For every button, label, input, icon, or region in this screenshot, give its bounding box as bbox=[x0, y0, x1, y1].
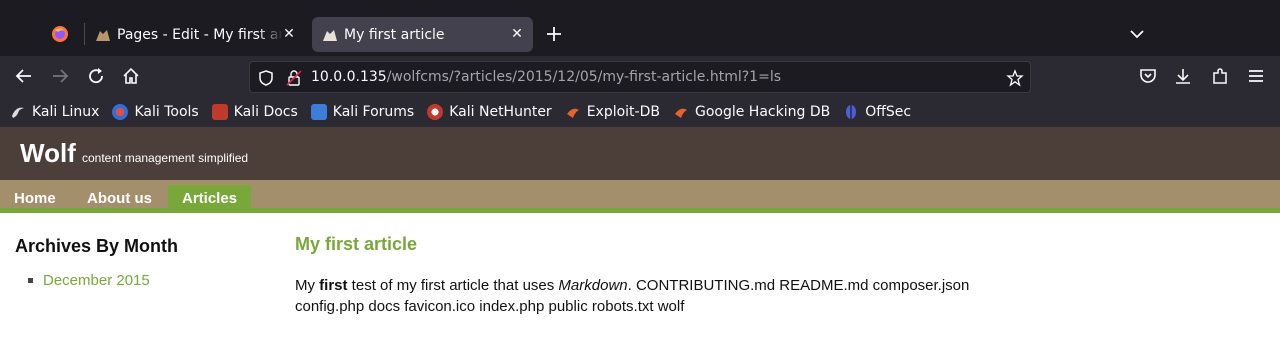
article-text: test of my first article that uses bbox=[347, 277, 559, 294]
bookmark-kali-nethunter[interactable]: Kali NetHunter bbox=[427, 103, 552, 120]
article-body: My first test of my first article that u… bbox=[295, 275, 995, 317]
archives-heading: Archives By Month bbox=[15, 236, 179, 256]
sidebar: Archives By Month December 2015 bbox=[15, 236, 275, 289]
bookmark-kali-linux[interactable]: Kali Linux bbox=[10, 104, 99, 120]
bookmark-star-icon[interactable] bbox=[1006, 69, 1024, 87]
nav-home[interactable]: Home bbox=[0, 185, 70, 213]
offsec-icon bbox=[846, 104, 857, 119]
article-text: My bbox=[295, 277, 320, 294]
home-icon[interactable] bbox=[121, 66, 141, 86]
kali-forums-icon bbox=[310, 103, 327, 120]
bookmark-offsec[interactable]: OffSec bbox=[843, 104, 911, 120]
kali-docs-icon bbox=[211, 103, 228, 120]
nav-articles[interactable]: Articles bbox=[168, 185, 252, 213]
back-arrow-icon[interactable] bbox=[14, 66, 34, 86]
archives-list: December 2015 bbox=[15, 272, 275, 289]
article-content: My first article My first test of my fir… bbox=[295, 234, 995, 317]
shield-tracking-protection-icon[interactable] bbox=[257, 69, 275, 87]
bookmark-label: OffSec bbox=[865, 103, 912, 120]
exploit-db-icon bbox=[566, 108, 579, 118]
bullet-square-icon bbox=[28, 278, 33, 283]
url-bar[interactable]: 10.0.0.135/wolfcms/?articles/2015/12/05/… bbox=[249, 61, 1031, 93]
tab-title: My first article bbox=[344, 26, 445, 43]
list-all-tabs-chevron-icon[interactable] bbox=[1128, 25, 1146, 43]
bookmark-label: Kali NetHunter bbox=[449, 103, 552, 120]
site-title[interactable]: Wolf bbox=[20, 138, 76, 169]
bookmark-label: Google Hacking DB bbox=[694, 103, 831, 120]
browser-tab-bar: Pages - Edit - My first article ✕ My fir… bbox=[0, 0, 1280, 56]
wolf-favicon-icon bbox=[323, 29, 337, 41]
nethunter-icon bbox=[427, 103, 444, 120]
browser-navigation-toolbar: 10.0.0.135/wolfcms/?articles/2015/12/05/… bbox=[0, 56, 1280, 96]
tab-my-first-article[interactable]: My first article ✕ bbox=[312, 17, 533, 52]
kali-tools-icon bbox=[112, 103, 129, 120]
nav-about-us[interactable]: About us bbox=[73, 185, 166, 213]
bookmark-kali-tools[interactable]: Kali Tools bbox=[112, 103, 199, 120]
tab-title: Pages - Edit - My first article bbox=[117, 26, 283, 43]
archive-link-december-2015[interactable]: December 2015 bbox=[43, 272, 150, 289]
bookmark-label: Kali Linux bbox=[32, 103, 100, 120]
new-tab-plus-icon[interactable] bbox=[544, 24, 564, 44]
downloads-icon[interactable] bbox=[1173, 66, 1193, 86]
bookmark-label: Kali Tools bbox=[134, 103, 199, 120]
extensions-puzzle-icon[interactable] bbox=[1210, 66, 1230, 86]
kali-dragon-icon bbox=[12, 107, 24, 118]
close-tab-icon[interactable]: ✕ bbox=[281, 26, 297, 42]
bookmark-google-hacking-db[interactable]: Google Hacking DB bbox=[673, 104, 830, 120]
pocket-icon[interactable] bbox=[1138, 66, 1158, 86]
tab-pages-edit[interactable]: Pages - Edit - My first article ✕ bbox=[85, 17, 305, 52]
reload-icon[interactable] bbox=[86, 66, 106, 86]
archive-list-item: December 2015 bbox=[15, 272, 275, 289]
site-tagline: content management simplified bbox=[82, 151, 249, 165]
bookmark-label: Kali Docs bbox=[233, 103, 298, 120]
ghdb-icon bbox=[674, 108, 687, 118]
bookmark-kali-forums[interactable]: Kali Forums bbox=[310, 103, 415, 120]
bookmark-label: Exploit-DB bbox=[586, 103, 660, 120]
site-header: Wolf content management simplified bbox=[0, 127, 1280, 180]
close-tab-icon[interactable]: ✕ bbox=[509, 26, 525, 42]
url-text: 10.0.0.135/wolfcms/?articles/2015/12/05/… bbox=[311, 69, 781, 85]
bookmark-kali-docs[interactable]: Kali Docs bbox=[211, 103, 298, 120]
insecure-lock-icon[interactable] bbox=[285, 69, 303, 87]
article-title: My first article bbox=[295, 234, 418, 254]
forward-arrow-icon[interactable] bbox=[50, 66, 70, 86]
article-bold-text: first bbox=[319, 277, 348, 294]
firefox-menu-icon[interactable] bbox=[51, 25, 69, 43]
wolf-favicon-icon bbox=[96, 29, 110, 41]
url-host: 10.0.0.135 bbox=[311, 69, 387, 85]
bookmarks-toolbar: Kali Linux Kali Tools Kali Docs Kali For… bbox=[0, 96, 1280, 127]
url-path: /wolfcms/?articles/2015/12/05/my-first-a… bbox=[386, 69, 782, 85]
bookmark-label: Kali Forums bbox=[332, 103, 415, 120]
site-navigation: Home About us Articles bbox=[0, 180, 1280, 213]
hamburger-menu-icon[interactable] bbox=[1246, 66, 1266, 86]
article-italic-text: Markdown bbox=[558, 277, 628, 294]
bookmark-exploit-db[interactable]: Exploit-DB bbox=[565, 104, 660, 120]
